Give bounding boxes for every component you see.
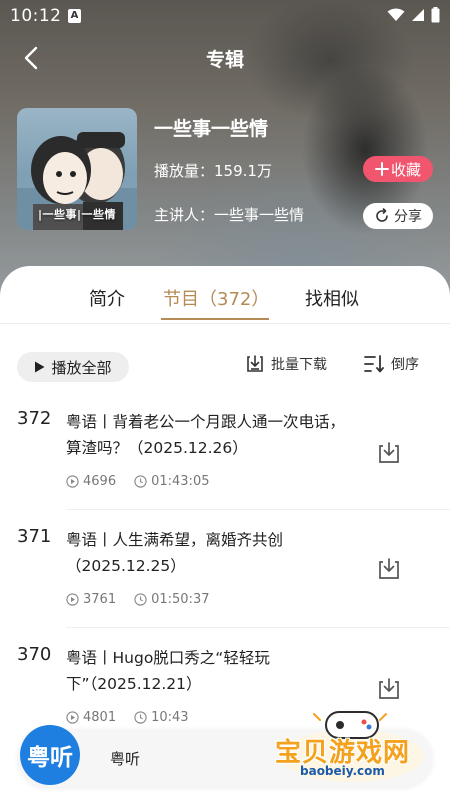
notification-icon: A xyxy=(68,9,81,23)
tab-similar[interactable]: 找相似 xyxy=(305,285,359,311)
status-bar: 10:12 A xyxy=(0,0,450,32)
episode-meta: 3761 01:50:37 xyxy=(66,592,209,607)
play-all-button[interactable]: 播放全部 xyxy=(17,352,129,382)
reverse-order-button[interactable]: 倒序 xyxy=(363,354,419,374)
clock-icon xyxy=(134,711,147,724)
episode-meta: 4696 01:43:05 xyxy=(66,474,209,489)
episode-plays: 3761 xyxy=(83,592,117,607)
tab-episodes[interactable]: 节目（372） xyxy=(163,285,269,311)
album-cover[interactable]: |一些事|一些情 xyxy=(17,108,137,230)
episode-number: 370 xyxy=(17,644,52,665)
episode-duration: 01:43:05 xyxy=(151,474,210,489)
mini-player-title: 粤听 xyxy=(110,750,141,768)
signal-icon xyxy=(412,9,424,21)
page-title: 专辑 xyxy=(205,49,244,71)
play-count: 播放量：159.1万 xyxy=(154,162,272,180)
reverse-order-label: 倒序 xyxy=(391,357,419,373)
clock-icon xyxy=(134,475,147,488)
favorite-button[interactable]: 收藏 xyxy=(363,156,433,182)
duration-meta: 01:43:05 xyxy=(134,474,209,489)
download-icon[interactable] xyxy=(376,440,402,466)
episode-title: 粤语丨人生满希望，离婚齐共创（2025.12.25） xyxy=(66,531,284,575)
play-count-meta: 4801 xyxy=(66,710,116,725)
play-circle-icon xyxy=(66,711,79,724)
download-icon[interactable] xyxy=(376,676,402,702)
cover-caption: |一些事|一些情 xyxy=(37,208,117,221)
tabs-divider xyxy=(0,323,450,324)
share-label: 分享 xyxy=(394,209,422,225)
batch-download-button[interactable]: 批量下载 xyxy=(245,354,327,374)
episode-plays: 4696 xyxy=(83,474,117,489)
episode-divider xyxy=(66,509,450,510)
mini-player-logo[interactable]: 粤听 xyxy=(20,725,80,785)
play-count-meta: 3761 xyxy=(66,592,116,607)
wifi-icon xyxy=(387,8,405,21)
play-circle-icon xyxy=(66,593,79,606)
episode-divider xyxy=(66,627,450,628)
tab-intro[interactable]: 简介 xyxy=(89,285,125,311)
clock-icon xyxy=(134,593,147,606)
episode-duration: 01:50:37 xyxy=(151,592,210,607)
sort-icon xyxy=(364,355,384,373)
batch-download-icon xyxy=(247,355,263,372)
play-all-label: 播放全部 xyxy=(51,358,112,377)
album-title: 一些事一些情 xyxy=(154,118,269,140)
active-tab-indicator xyxy=(161,318,269,320)
episode-duration: 10:43 xyxy=(151,710,189,725)
plus-icon xyxy=(374,162,389,176)
download-icon[interactable] xyxy=(376,556,402,582)
battery-icon xyxy=(431,7,440,23)
episode-meta: 4801 10:43 xyxy=(66,710,189,725)
status-icons xyxy=(387,7,440,23)
watermark-url: baobeiy.com xyxy=(300,764,385,778)
episode-title: 粤语丨背着老公一个月跟人通一次电话，算渣吗？（2025.12.26） xyxy=(66,413,346,457)
play-circle-icon xyxy=(66,475,79,488)
batch-download-label: 批量下载 xyxy=(271,357,327,373)
top-nav-bar: 专辑 xyxy=(0,36,450,80)
episode-number: 372 xyxy=(17,408,52,429)
duration-meta: 01:50:37 xyxy=(134,592,209,607)
duration-meta: 10:43 xyxy=(134,710,189,725)
play-icon xyxy=(35,361,45,373)
episode-title: 粤语丨Hugo脱口秀之“轻轻玩下”（2025.12.21） xyxy=(66,649,270,693)
play-count-meta: 4696 xyxy=(66,474,116,489)
share-icon xyxy=(376,208,388,222)
speaker: 主讲人：一些事一些情 xyxy=(154,206,305,224)
episode-item[interactable]: 372 粤语丨背着老公一个月跟人通一次电话，算渣吗？（2025.12.26） 4… xyxy=(0,408,450,526)
episode-plays: 4801 xyxy=(83,710,117,725)
episode-item[interactable]: 371 粤语丨人生满希望，离婚齐共创（2025.12.25） 3761 01:5… xyxy=(0,526,450,644)
status-time: 10:12 xyxy=(10,6,62,26)
episode-number: 371 xyxy=(17,526,52,547)
tab-bar: 简介 节目（372） 找相似 xyxy=(0,266,450,324)
share-button[interactable]: 分享 xyxy=(363,203,433,229)
favorite-label: 收藏 xyxy=(390,160,421,179)
